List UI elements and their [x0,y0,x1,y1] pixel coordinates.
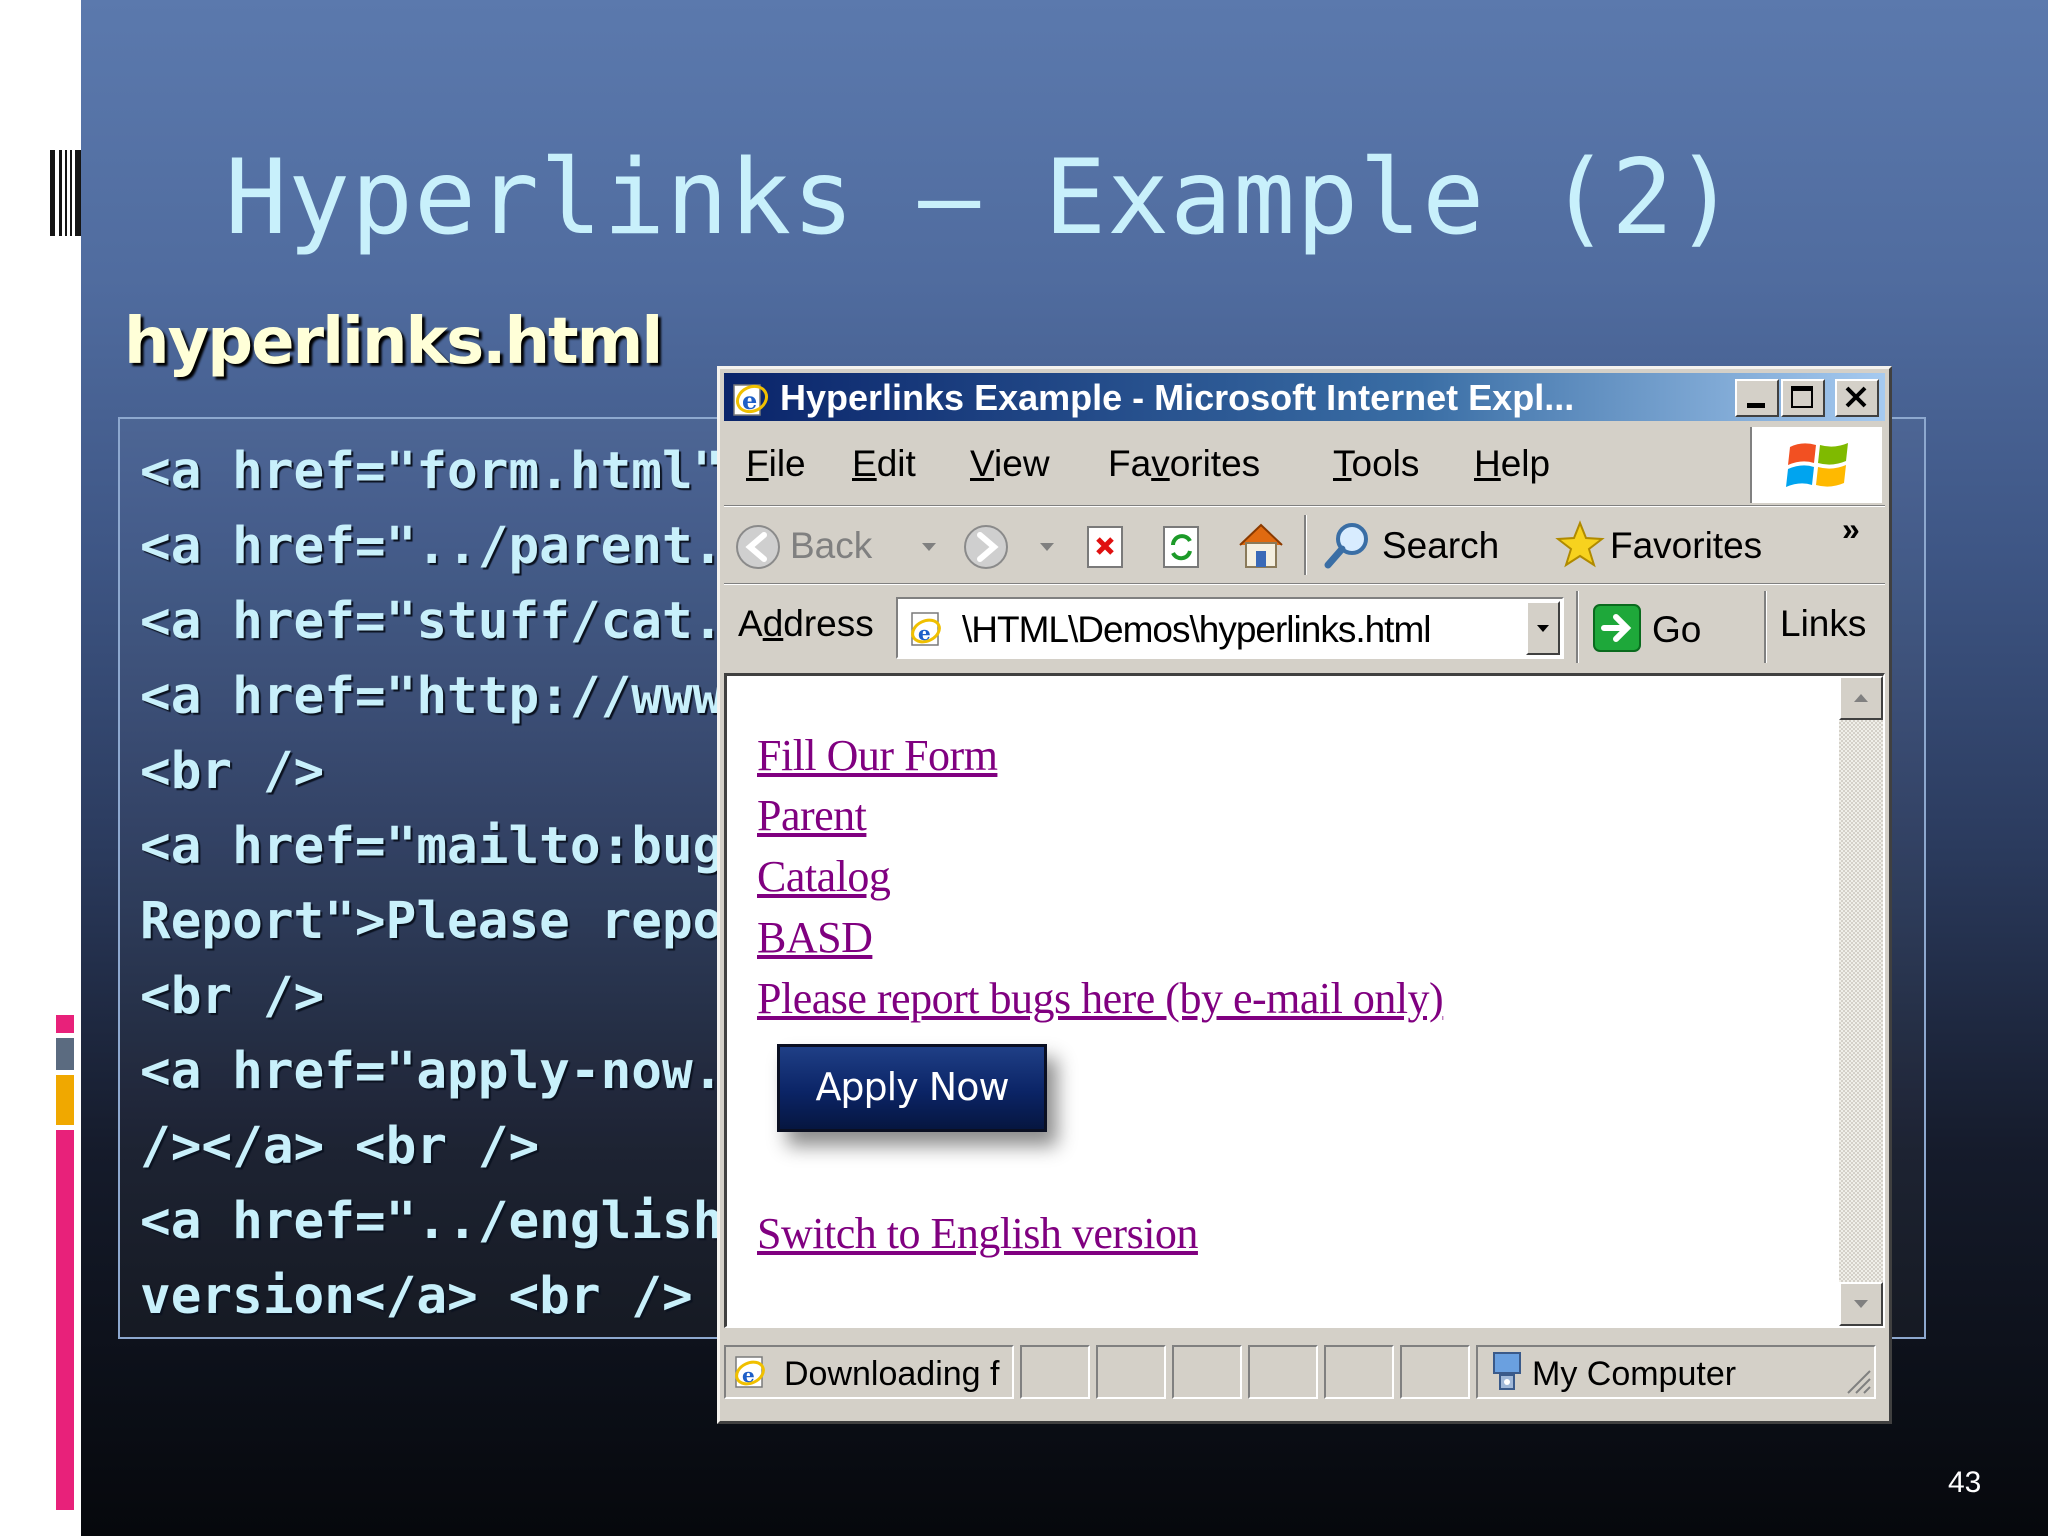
menu-edit[interactable]: Edit [852,443,916,485]
link-basd[interactable]: BASD [757,912,873,963]
slide-deco-bars [50,150,82,236]
close-button[interactable] [1835,379,1879,417]
toolbar-divider [1304,515,1307,575]
back-arrow-icon[interactable] [734,523,782,571]
search-button[interactable]: Search [1382,525,1499,567]
code-line: <a href="form.html" [140,442,720,501]
link-fill-our-form[interactable]: Fill Our Form [757,730,998,781]
menu-view[interactable]: View [970,443,1050,485]
home-icon[interactable] [1234,519,1288,571]
resize-grip-icon[interactable] [1840,1363,1874,1397]
scroll-down-button[interactable] [1839,1282,1883,1326]
minimize-button[interactable] [1735,379,1779,417]
file-name-heading: hyperlinks.html [124,305,663,379]
standard-toolbar: Back Search Favorites » [724,509,1885,581]
forward-arrow-icon[interactable] [962,523,1010,571]
link-catalog[interactable]: Catalog [757,851,891,902]
status-panel [1324,1345,1394,1399]
maximize-button[interactable] [1781,379,1825,417]
svg-text:e: e [742,386,757,415]
address-bar: Address e \HTML\Demos\hyperlinks.html Go… [724,587,1885,667]
favorites-button[interactable]: Favorites [1610,525,1762,567]
svg-text:e: e [742,1363,755,1387]
accent-strip-slate [56,1038,74,1070]
windows-logo-area [1750,427,1882,503]
slide-number: 43 [1948,1466,1982,1499]
svg-text:e: e [918,621,931,645]
go-arrow-icon[interactable] [1592,603,1642,653]
code-line: Report">Please repo [140,892,720,951]
code-line: <a href="stuff/cat. [140,592,720,651]
scroll-up-arrow-icon [1854,694,1868,702]
back-button[interactable]: Back [790,525,872,567]
refresh-icon[interactable] [1160,523,1204,571]
accent-strip-gold [56,1075,74,1125]
apply-now-image-link[interactable]: Apply Now [777,1044,1047,1132]
links-button[interactable]: Links [1780,603,1866,645]
ie-logo-icon: e [733,384,769,416]
slide-title: Hyperlinks – Example (2) [225,138,1738,258]
code-line: <a href="http://www [140,667,720,726]
accent-strip-pink [56,1130,74,1510]
status-panel [1248,1345,1318,1399]
my-computer-icon [1493,1352,1521,1390]
scroll-up-button[interactable] [1839,676,1883,720]
page-content: Fill Our Form Parent Catalog BASD Please… [724,673,1885,1328]
menu-tools[interactable]: Tools [1333,443,1419,485]
links-divider [1764,591,1767,663]
status-progress-text: e Downloading f [724,1345,1014,1399]
back-dropdown-icon[interactable] [920,541,938,553]
close-icon [1845,386,1867,408]
menu-bar: File Edit View Favorites Tools Help [724,427,1885,503]
window-title: Hyperlinks Example - Microsoft Internet … [780,377,1575,418]
menu-help[interactable]: Help [1474,443,1550,485]
status-panel [1172,1345,1242,1399]
toolbar-separator [724,505,1885,507]
address-dropdown-button[interactable] [1526,601,1560,655]
address-separator [724,583,1885,585]
scroll-down-arrow-icon [1854,1300,1868,1308]
address-input[interactable]: e \HTML\Demos\hyperlinks.html [896,597,1564,659]
link-switch-english[interactable]: Switch to English version [757,1208,1198,1259]
code-line: <a href="../english [140,1192,720,1251]
code-line: <br /> [140,967,325,1026]
menu-favorites[interactable]: Favorites [1108,443,1260,485]
favorites-star-icon[interactable] [1554,519,1606,571]
chevron-down-icon [1537,625,1549,632]
code-line: <a href="mailto:bug [140,817,720,876]
apply-now-label: Apply Now [815,1065,1009,1109]
status-bar: e Downloading f My Computer [724,1335,1885,1415]
status-ie-icon: e [735,1356,765,1388]
browser-window: e Hyperlinks Example - Microsoft Interne… [717,366,1892,1424]
link-parent[interactable]: Parent [757,790,867,841]
accent-strip-pink-top [56,1015,74,1033]
windows-flag-icon [1786,443,1848,487]
address-label: Address [738,603,874,644]
address-value: \HTML\Demos\hyperlinks.html [962,609,1432,650]
status-panel [1400,1345,1470,1399]
page-icon: e [911,612,941,646]
status-panel [1096,1345,1166,1399]
vertical-scrollbar[interactable] [1839,676,1883,1326]
address-divider [1576,591,1579,663]
go-button[interactable]: Go [1652,609,1701,651]
status-zone: My Computer [1476,1345,1876,1399]
status-panel [1020,1345,1090,1399]
code-line: version</a> <br /> [140,1267,693,1326]
code-line: <a href="../parent. [140,517,720,576]
window-titlebar[interactable]: e Hyperlinks Example - Microsoft Interne… [724,373,1885,421]
menu-file[interactable]: File [746,443,806,485]
toolbar-overflow-chevron[interactable]: » [1842,511,1860,548]
search-icon[interactable] [1322,519,1374,571]
stop-icon[interactable] [1084,523,1128,571]
code-line: /></a> <br /> [140,1117,540,1176]
code-line: <a href="apply-now. [140,1042,720,1101]
code-line: <br /> [140,742,325,801]
link-report-bugs[interactable]: Please report bugs here (by e-mail only) [757,973,1444,1024]
forward-dropdown-icon[interactable] [1038,541,1056,553]
